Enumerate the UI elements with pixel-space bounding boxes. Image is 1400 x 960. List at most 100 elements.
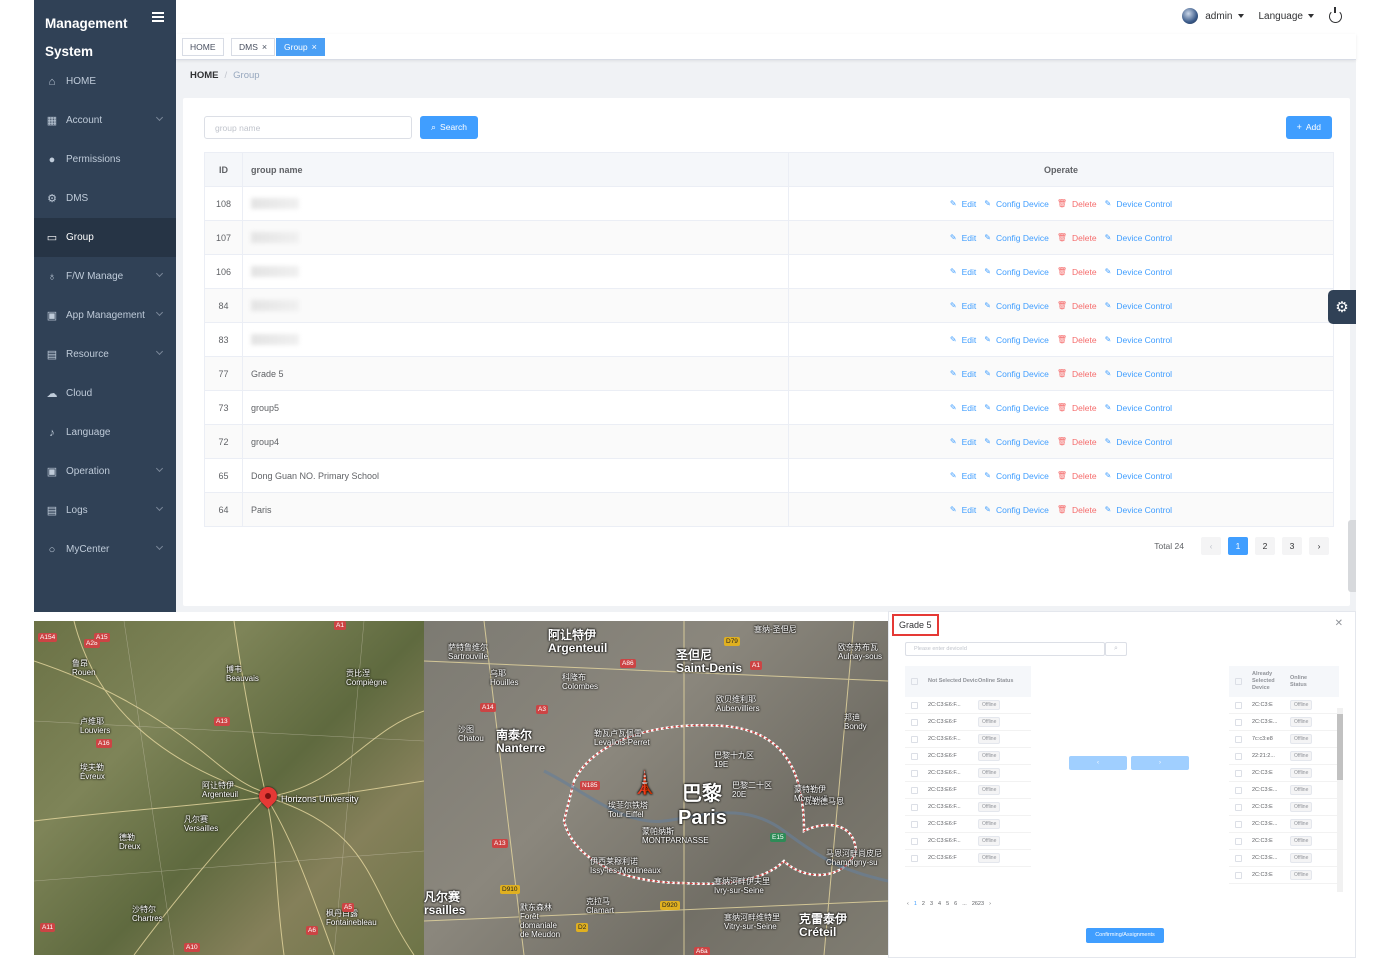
- list-item[interactable]: 2C:C3:E6:F Offline: [905, 748, 1031, 765]
- tab-group[interactable]: Group ×: [276, 38, 325, 56]
- edit-button[interactable]: ✎ Edit: [950, 199, 976, 209]
- edit-button[interactable]: ✎ Edit: [950, 505, 976, 515]
- dialog-page-button[interactable]: ‹: [907, 901, 909, 907]
- list-item[interactable]: 2C:C3:E Offline: [1229, 867, 1339, 884]
- sidebar-item-operation[interactable]: ▣ Operation: [34, 452, 176, 491]
- list-item[interactable]: 2C:C3:E6:F... Offline: [905, 799, 1031, 816]
- list-item[interactable]: 2C:C3:E6:F... Offline: [905, 731, 1031, 748]
- list-item[interactable]: 2C:C3:E6:F Offline: [905, 782, 1031, 799]
- list-item[interactable]: 2C:C3:E6:F... Offline: [905, 697, 1031, 714]
- list-item[interactable]: 2C:C3:E... Offline: [1229, 850, 1339, 867]
- dialog-page-button[interactable]: ›: [989, 901, 991, 907]
- prev-page-button[interactable]: ‹: [1201, 537, 1221, 555]
- delete-button[interactable]: 🗑 Delete: [1057, 369, 1097, 379]
- config-device-button[interactable]: ✎ Config Device: [984, 267, 1049, 277]
- dialog-page-button[interactable]: 2623: [972, 901, 984, 907]
- config-device-button[interactable]: ✎ Config Device: [984, 335, 1049, 345]
- delete-button[interactable]: 🗑 Delete: [1057, 505, 1097, 515]
- search-button[interactable]: ⌕ Search: [420, 116, 478, 139]
- checkbox[interactable]: [911, 735, 918, 743]
- menu-toggle-icon[interactable]: [152, 12, 164, 23]
- device-control-button[interactable]: ✎ Device Control: [1105, 335, 1172, 345]
- list-item[interactable]: 2C:C3:E Offline: [1229, 833, 1339, 850]
- list-item[interactable]: 2C:C3:E6:F Offline: [905, 850, 1031, 867]
- checkbox[interactable]: [1235, 786, 1242, 794]
- language-menu[interactable]: Language: [1259, 11, 1304, 22]
- dialog-page-button[interactable]: 5: [946, 901, 949, 907]
- config-device-button[interactable]: ✎ Config Device: [984, 199, 1049, 209]
- config-device-button[interactable]: ✎ Config Device: [984, 505, 1049, 515]
- device-control-button[interactable]: ✎ Device Control: [1105, 233, 1172, 243]
- device-control-button[interactable]: ✎ Device Control: [1105, 267, 1172, 277]
- sidebar-item-dms[interactable]: ⚙ DMS: [34, 179, 176, 218]
- delete-button[interactable]: 🗑 Delete: [1057, 403, 1097, 413]
- checkbox[interactable]: [911, 854, 918, 862]
- delete-button[interactable]: 🗑 Delete: [1057, 471, 1097, 481]
- device-control-button[interactable]: ✎ Device Control: [1105, 199, 1172, 209]
- scrollbar[interactable]: [1337, 708, 1343, 892]
- config-device-button[interactable]: ✎ Config Device: [984, 403, 1049, 413]
- select-all-checkbox[interactable]: [1235, 678, 1242, 685]
- delete-button[interactable]: 🗑 Delete: [1057, 335, 1097, 345]
- sidebar-item-mycenter[interactable]: ○ MyCenter: [34, 530, 176, 569]
- dialog-page-button[interactable]: 2: [922, 901, 925, 907]
- checkbox[interactable]: [911, 837, 918, 845]
- sidebar-item-permissions[interactable]: ● Permissions: [34, 140, 176, 179]
- close-icon[interactable]: ×: [312, 42, 317, 52]
- group-name-search-input[interactable]: [204, 116, 412, 139]
- sidebar-item-f-w-manage[interactable]: ♁ F/W Manage: [34, 257, 176, 296]
- search-icon[interactable]: ⌕: [1105, 642, 1127, 656]
- checkbox[interactable]: [911, 701, 918, 709]
- device-control-button[interactable]: ✎ Device Control: [1105, 505, 1172, 515]
- config-device-button[interactable]: ✎ Config Device: [984, 301, 1049, 311]
- checkbox[interactable]: [1235, 752, 1242, 760]
- dialog-page-button[interactable]: 4: [938, 901, 941, 907]
- checkbox[interactable]: [1235, 854, 1242, 862]
- power-icon[interactable]: [1329, 6, 1342, 23]
- sidebar-item-logs[interactable]: ▤ Logs: [34, 491, 176, 530]
- page-button[interactable]: 1: [1228, 537, 1248, 555]
- device-control-button[interactable]: ✎ Device Control: [1105, 301, 1172, 311]
- list-item[interactable]: 7c:c3:e8 Offline: [1229, 731, 1339, 748]
- device-control-button[interactable]: ✎ Device Control: [1105, 471, 1172, 481]
- sidebar-item-home[interactable]: ⌂ HOME: [34, 62, 176, 101]
- settings-gear-icon[interactable]: ⚙: [1328, 290, 1356, 324]
- list-item[interactable]: 22:21:2... Offline: [1229, 748, 1339, 765]
- device-control-button[interactable]: ✎ Device Control: [1105, 437, 1172, 447]
- edit-button[interactable]: ✎ Edit: [950, 437, 976, 447]
- next-page-button[interactable]: ›: [1309, 537, 1329, 555]
- list-item[interactable]: 2C:C3:E... Offline: [1229, 782, 1339, 799]
- move-left-button[interactable]: ‹: [1069, 756, 1127, 770]
- config-device-button[interactable]: ✎ Config Device: [984, 233, 1049, 243]
- close-icon[interactable]: ✕: [1335, 618, 1343, 629]
- checkbox[interactable]: [911, 786, 918, 794]
- edit-button[interactable]: ✎ Edit: [950, 233, 976, 243]
- device-control-button[interactable]: ✎ Device Control: [1105, 369, 1172, 379]
- tab-dms[interactable]: DMS ×: [231, 38, 276, 56]
- list-item[interactable]: 2C:C3:E Offline: [1229, 799, 1339, 816]
- delete-button[interactable]: 🗑 Delete: [1057, 301, 1097, 311]
- config-device-button[interactable]: ✎ Config Device: [984, 471, 1049, 481]
- checkbox[interactable]: [1235, 871, 1242, 879]
- list-item[interactable]: 2C:C3:E6:F Offline: [905, 816, 1031, 833]
- delete-button[interactable]: 🗑 Delete: [1057, 233, 1097, 243]
- edit-button[interactable]: ✎ Edit: [950, 403, 976, 413]
- list-item[interactable]: 2C:C3:E... Offline: [1229, 714, 1339, 731]
- edit-button[interactable]: ✎ Edit: [950, 267, 976, 277]
- checkbox[interactable]: [911, 769, 918, 777]
- list-item[interactable]: 2C:C3:E6:F... Offline: [905, 833, 1031, 850]
- config-device-button[interactable]: ✎ Config Device: [984, 369, 1049, 379]
- sidebar-item-resource[interactable]: ▤ Resource: [34, 335, 176, 374]
- edit-button[interactable]: ✎ Edit: [950, 471, 976, 481]
- delete-button[interactable]: 🗑 Delete: [1057, 267, 1097, 277]
- checkbox[interactable]: [1235, 820, 1242, 828]
- checkbox[interactable]: [1235, 837, 1242, 845]
- dialog-page-button[interactable]: 3: [930, 901, 933, 907]
- dialog-page-button[interactable]: 1: [914, 901, 917, 907]
- dialog-page-button[interactable]: ...: [962, 901, 967, 907]
- checkbox[interactable]: [1235, 769, 1242, 777]
- checkbox[interactable]: [1235, 718, 1242, 726]
- sidebar-item-cloud[interactable]: ☁ Cloud: [34, 374, 176, 413]
- scrollbar[interactable]: [1348, 520, 1356, 592]
- edit-button[interactable]: ✎ Edit: [950, 335, 976, 345]
